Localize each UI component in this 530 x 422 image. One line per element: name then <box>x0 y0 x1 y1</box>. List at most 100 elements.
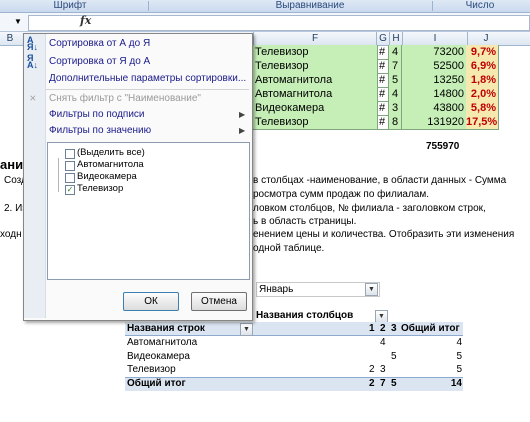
pivot-grand-total-c1: 2 <box>369 378 375 389</box>
cell-g[interactable]: # <box>376 101 389 116</box>
pivot-page-filter[interactable]: Январь <box>256 282 380 297</box>
column-header-g[interactable]: G <box>376 32 389 45</box>
cell-j[interactable]: 1,8% <box>466 73 499 88</box>
ribbon-separator <box>432 1 433 11</box>
table-row: Телевизор #8 131920 17,5% <box>253 115 499 130</box>
sheet-text-line5-left: ходн <box>0 229 22 240</box>
pivot-cell: 4 <box>380 337 386 348</box>
sheet-heading: ани <box>0 157 24 172</box>
pivot-cell: 2 <box>369 364 375 375</box>
menu-sort-az[interactable]: Сортировка от А до Я <box>49 36 150 52</box>
cell-j[interactable]: 2,0% <box>466 87 499 102</box>
ribbon-group-font[interactable]: Шрифт <box>40 0 100 12</box>
column-header-h[interactable]: H <box>389 32 402 45</box>
menu-sort-za[interactable]: Сортировка от Я до А <box>49 54 150 70</box>
pivot-row-total: 4 <box>456 337 462 348</box>
cell-i[interactable]: 43800 <box>402 101 467 116</box>
cell-name[interactable]: Автомагнитола <box>253 87 378 102</box>
filter-checkbox[interactable] <box>65 149 75 159</box>
filter-list-item[interactable]: Телевизор <box>77 183 123 195</box>
cell-i[interactable]: 52500 <box>402 59 467 74</box>
table-row: Видеокамера #3 43800 5,8% <box>253 101 499 116</box>
cell-j[interactable]: 5,8% <box>466 101 499 116</box>
filter-list-item[interactable]: (Выделить все) <box>77 147 145 159</box>
pivot-col-header-total: Общий итог <box>401 323 460 334</box>
sheet-text-line1-right: в столбцах -наименование, в области данн… <box>253 175 507 186</box>
menu-clear-filter[interactable]: Снять фильтр с "Наименование" <box>49 91 201 107</box>
sort-za-icon: Я A↓ <box>27 53 38 70</box>
pivot-page-filter-value: Январь <box>259 284 294 295</box>
pivot-cell: 5 <box>391 351 397 362</box>
column-header-f[interactable]: F <box>253 32 376 45</box>
tree-line <box>58 158 59 192</box>
table-row: Телевизор #4 73200 9,7% <box>253 45 499 60</box>
sheet-text-line3-right: ловком столбцов, № филиала - заголовком … <box>253 203 486 214</box>
cell-h[interactable]: 4 <box>389 45 402 60</box>
pivot-row-label: Телевизор <box>127 364 176 375</box>
menu-label-filters[interactable]: Фильтры по подписи <box>49 107 145 123</box>
cell-h[interactable]: 4 <box>389 87 402 102</box>
pivot-grand-total-c2: 7 <box>380 378 386 389</box>
filter-checkbox[interactable] <box>65 161 75 171</box>
filter-list-item[interactable]: Видеокамера <box>77 171 137 183</box>
ribbon-group-alignment[interactable]: Выравнивание <box>260 0 360 12</box>
pivot-grand-total-c3: 5 <box>391 378 397 389</box>
sort-az-icon: A Я↓ <box>27 35 38 52</box>
row-labels-dropdown-icon[interactable]: ▼ <box>240 323 253 336</box>
filter-list-item[interactable]: Автомагнитола <box>77 159 144 171</box>
pivot-row-total: 5 <box>456 364 462 375</box>
pivot-col-header-3: 3 <box>391 323 397 334</box>
cell-name[interactable]: Видеокамера <box>253 101 378 116</box>
pivot-row-total: 5 <box>456 351 462 362</box>
cell-i[interactable]: 131920 <box>402 115 467 130</box>
pivot-cell: 3 <box>380 364 386 375</box>
filter-checkbox[interactable] <box>65 173 75 183</box>
cell-i[interactable]: 14800 <box>402 87 467 102</box>
pivot-column-fields-label: Названия столбцов <box>256 310 354 321</box>
cancel-button[interactable]: Отмена <box>191 292 247 311</box>
submenu-arrow-icon: ▶ <box>239 126 246 135</box>
cell-h[interactable]: 7 <box>389 59 402 74</box>
filter-checkbox[interactable]: ✓ <box>65 185 75 195</box>
column-header-b[interactable]: B <box>0 32 20 45</box>
cell-g[interactable]: # <box>376 45 389 60</box>
cell-g[interactable]: # <box>376 87 389 102</box>
cell-j[interactable]: 9,7% <box>466 45 499 60</box>
cell-g[interactable]: # <box>376 73 389 88</box>
cell-g[interactable]: # <box>376 59 389 74</box>
sheet-text-line5-right: енением цены и количества. Отобразить эт… <box>253 229 515 240</box>
ok-button[interactable]: ОК <box>123 292 179 311</box>
menu-value-filters[interactable]: Фильтры по значению <box>49 123 151 139</box>
cell-name[interactable]: Телевизор <box>253 115 378 130</box>
cell-i[interactable]: 13250 <box>402 73 467 88</box>
cell-name[interactable]: Автомагнитола <box>253 73 378 88</box>
cell-name[interactable]: Телевизор <box>253 59 378 74</box>
submenu-arrow-icon: ▶ <box>239 110 246 119</box>
cell-h[interactable]: 3 <box>389 101 402 116</box>
cell-i[interactable]: 73200 <box>402 45 467 60</box>
cell-j[interactable]: 6,9% <box>466 59 499 74</box>
total-value: 755970 <box>426 141 460 152</box>
filter-applied-icon[interactable]: ▼ <box>365 283 378 296</box>
pivot-col-header-1: 1 <box>369 323 375 334</box>
cell-h[interactable]: 8 <box>389 115 402 130</box>
menu-icon-strip <box>24 34 46 318</box>
name-box-dropdown-icon[interactable]: ▼ <box>14 17 22 26</box>
pivot-col-header-2: 2 <box>380 323 386 334</box>
cell-name[interactable]: Телевизор <box>253 45 378 60</box>
menu-more-sort-options[interactable]: Дополнительные параметры сортировки... <box>49 71 246 87</box>
pivot-grand-total-total: 14 <box>450 378 462 389</box>
table-row: Телевизор #7 52500 6,9% <box>253 59 499 74</box>
ribbon-group-number[interactable]: Число <box>460 0 500 12</box>
pivot-row-label: Видеокамера <box>127 351 190 362</box>
pivot-row-labels-header-label: Названия строк <box>127 323 205 334</box>
table-row: Автомагнитола #5 13250 1,8% <box>253 73 499 88</box>
column-header-j[interactable]: J <box>467 32 504 45</box>
column-header-i[interactable]: I <box>402 32 467 45</box>
cell-g[interactable]: # <box>376 115 389 130</box>
fx-icon[interactable]: fx <box>80 14 91 27</box>
cell-j[interactable]: 17,5% <box>466 115 499 130</box>
cell-h[interactable]: 5 <box>389 73 402 88</box>
pivot-row-label: Автомагнитола <box>127 337 198 348</box>
formula-input[interactable] <box>28 15 530 31</box>
